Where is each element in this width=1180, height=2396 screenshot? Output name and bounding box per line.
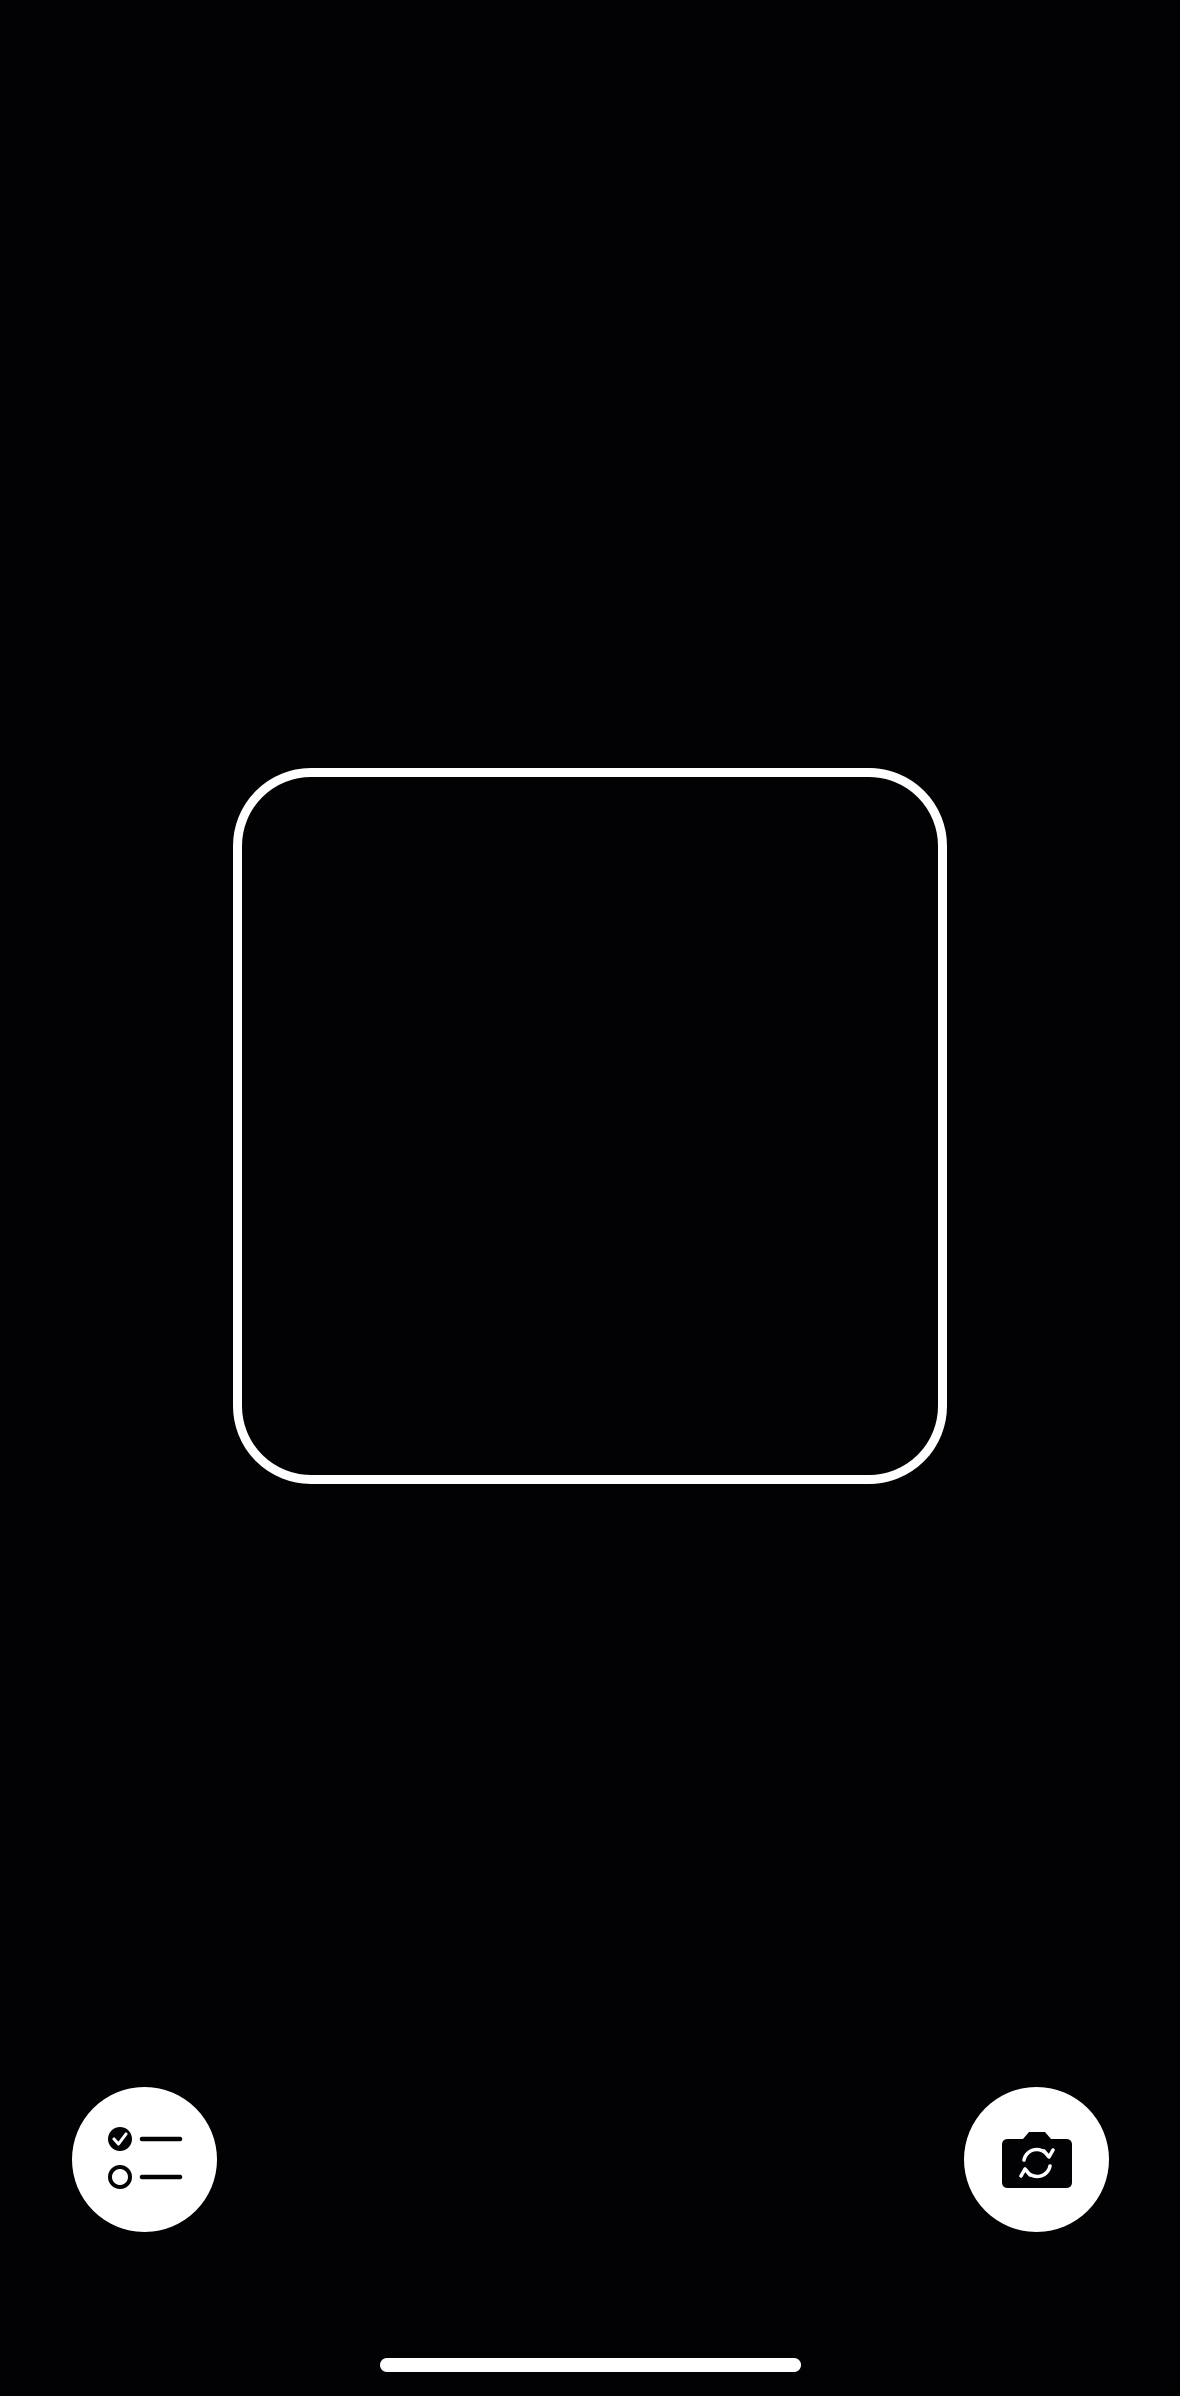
camera-scanner-screen — [0, 0, 1180, 2396]
checklist-icon — [107, 2125, 183, 2195]
flip-camera-button[interactable] — [964, 2087, 1109, 2232]
checklist-button[interactable] — [72, 2087, 217, 2232]
camera-flip-icon — [1000, 2130, 1074, 2190]
scan-frame — [233, 768, 947, 1484]
home-indicator[interactable] — [380, 2358, 801, 2372]
